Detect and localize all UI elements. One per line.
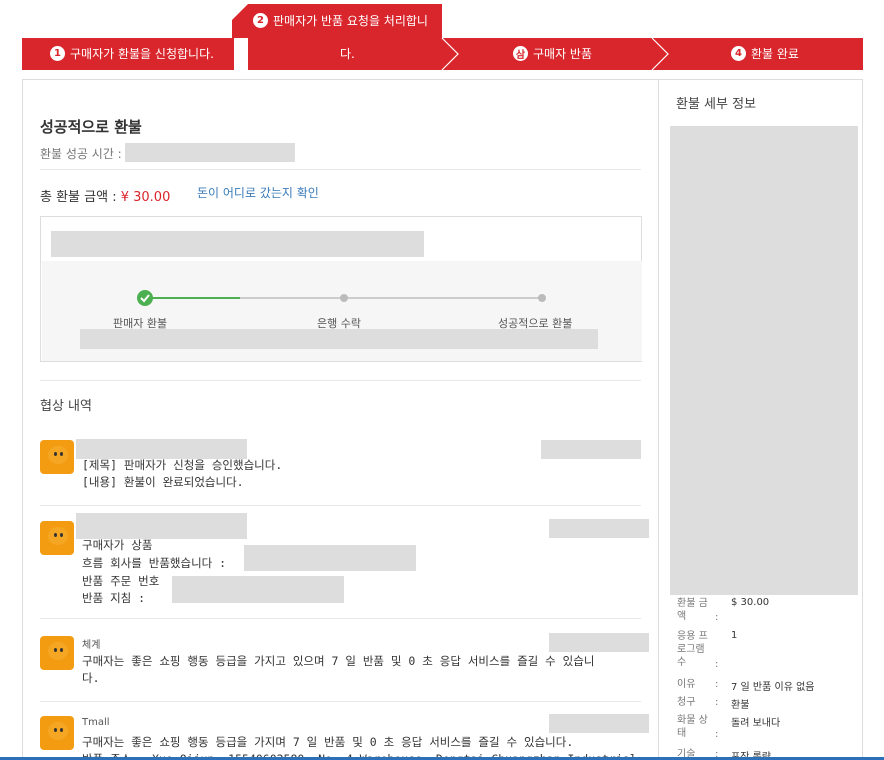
redacted-name [76,513,247,539]
step-4: 4 환불 완료 [731,45,799,62]
step-chevrons [441,37,669,71]
avatar [40,716,74,750]
redacted-progress-note [80,329,598,349]
refund-amount: 총 환불 금액 : ¥ 30.00 [40,186,170,205]
redacted-time [549,519,649,538]
message-line: 구매자가 상품 [82,538,153,552]
refund-time-label: 환불 성공 시간 : [40,147,122,161]
message-line: 구매자는 좋은 쇼핑 행동 등급을 가지고 있으며 7 일 반품 및 0 초 응… [82,654,595,668]
step-1-number: 1 [50,46,65,61]
divider [40,701,641,702]
detail-colon: : [715,679,719,690]
detail-applications: 1 [731,630,738,641]
message-line: 다. [82,671,100,685]
detail-label: 청구 [677,697,696,708]
detail-colon: : [715,612,719,623]
detail-reason: 7 일 반품 이유 없음 [731,682,815,693]
detail-label: 이유 [677,679,696,690]
amount-label: 총 환불 금액 : [40,190,117,205]
message-line: 흐름 회사를 반품했습니다 : [82,556,227,570]
detail-colon: : [715,729,719,740]
step-3-number: 삼 [513,46,528,61]
redacted-product [670,126,858,595]
progress-track [137,290,546,306]
page-title: 성공적으로 환불 [40,118,142,136]
redacted-time [549,633,649,652]
divider [40,505,641,506]
redacted-status [51,231,424,257]
step-3-label: 구매자 반품 [533,47,593,61]
message-line: 구매자는 좋은 쇼핑 행동 등급을 가지며 7 일 반품 및 0 초 응답 서비… [82,735,574,749]
message-line: [내용] 환불이 완료되었습니다. [82,475,244,489]
redacted-order [172,576,344,603]
detail-claim: 환불 [731,700,750,711]
redacted-time [125,143,295,162]
step-2-label: 판매자가 반품 요청을 처리합니 [273,14,428,28]
detail-amount: $ 30.00 [731,597,770,608]
step-4-label: 환불 완료 [751,47,799,61]
step-1-label: 구매자가 환불을 신청합니다. [70,47,214,61]
redacted-name [76,439,247,459]
detail-label: 응용 프 로그램 수 [677,631,708,668]
avatar [40,636,74,670]
redacted-time [549,714,649,733]
amount-value: ¥ 30.00 [120,190,171,205]
detail-colon: : [715,697,719,708]
step-3: 삼 구매자 반품 [513,45,592,62]
divider [40,618,641,619]
avatar [40,521,74,555]
message-line: 반품 주문 번호 [82,574,160,588]
redacted-company [244,545,416,571]
redacted-time [541,440,641,459]
sender-name: Tmall [82,717,110,728]
sender-name: 체계 [82,640,101,651]
step-2-number: 2 [253,13,268,28]
detail-label: 환불 금액 [677,598,708,622]
page: 1 구매자가 환불을 신청합니다. 2 판매자가 반품 요청을 처리합니 다. … [0,0,884,760]
avatar [40,440,74,474]
message-line: 반품 지침 : [82,591,146,605]
detail-label: 화물 상태 [677,715,708,739]
money-trace-link[interactable]: 돈이 어디로 갔는지 확인 [197,184,319,201]
step-1: 1 구매자가 환불을 신청합니다. [50,45,214,62]
divider [40,380,641,381]
step-2: 2 판매자가 반품 요청을 처리합니 [253,12,428,29]
details-title: 환불 세부 정보 [676,97,757,112]
detail-colon: : [715,659,719,670]
divider [40,169,641,170]
negotiation-title: 협상 내역 [40,399,92,414]
step-2-label-cont: 다. [340,47,355,61]
step-4-number: 4 [731,46,746,61]
message-line: [제목] 판매자가 신청을 승인했습니다. [82,458,283,472]
detail-cargo-status: 돌려 보내다 [731,718,781,729]
